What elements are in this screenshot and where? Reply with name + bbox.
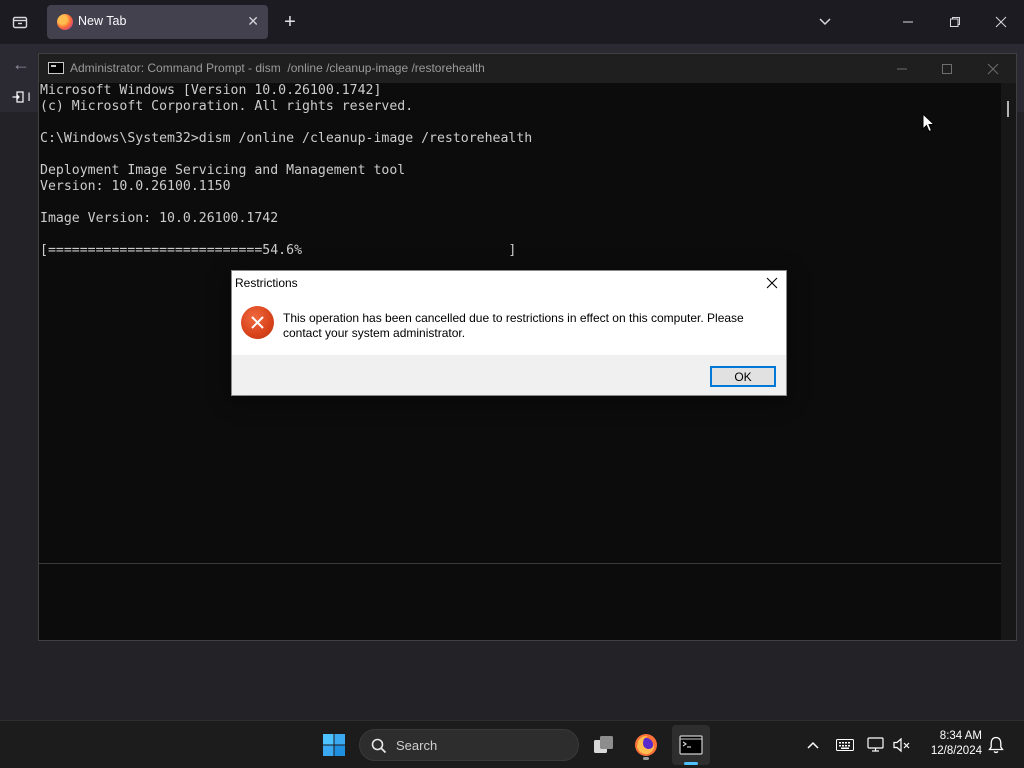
volume-muted-icon[interactable] [892,735,912,755]
import-icon [12,91,24,103]
console-line: Microsoft Windows [Version 10.0.26100.17… [40,83,382,98]
dialog-footer: OK [232,355,786,395]
dialog-title: Restrictions [235,276,298,290]
dialog-close-icon[interactable] [761,273,783,293]
taskbar-search-box[interactable]: Search [359,729,579,761]
import-bookmarks-item[interactable]: I [12,90,31,104]
console-line: (c) Microsoft Corporation. All rights re… [40,99,414,114]
firefox-view-icon[interactable] [8,10,32,34]
dism-progress-line: [===========================54.6% ] [40,243,517,258]
list-all-tabs-icon[interactable] [815,11,835,31]
cmd-close-icon[interactable] [983,59,1003,79]
cmd-maximize-icon[interactable] [937,59,957,79]
tab-title: New Tab [78,14,127,28]
cmd-minimize-icon[interactable] [892,59,912,79]
chevron-up-icon[interactable] [803,735,823,755]
command-prompt-icon [48,62,64,74]
console-line: C:\Windows\System32>dism /online /cleanu… [40,131,533,146]
system-clock[interactable]: 8:34 AM 12/8/2024 [920,729,982,759]
ok-button[interactable]: OK [710,366,776,387]
cmd-scrollbar[interactable] [1001,83,1016,640]
dialog-titlebar[interactable]: Restrictions [232,271,786,295]
browser-tab-new-tab[interactable]: New Tab ✕ [47,5,268,39]
dialog-body: This operation has been cancelled due to… [232,295,786,355]
browser-minimize-icon[interactable] [896,10,920,34]
restrictions-dialog: Restrictions This operation has been can… [231,270,787,396]
dialog-message: This operation has been cancelled due to… [283,311,744,340]
task-view-icon[interactable] [588,729,620,761]
cmd-titlebar[interactable]: Administrator: Command Prompt - dism /on… [39,54,1016,83]
start-icon[interactable] [318,729,350,761]
console-divider [39,563,1016,564]
error-icon [241,306,274,339]
tab-close-icon[interactable]: ✕ [247,13,259,30]
clock-date: 12/8/2024 [930,745,982,757]
clock-time: 8:34 AM [939,730,982,742]
mouse-cursor-icon [922,112,936,133]
console-line: Deployment Image Servicing and Managemen… [40,163,406,178]
back-arrow-icon[interactable]: ← [12,54,36,78]
firefox-icon [57,14,73,30]
browser-restore-icon[interactable] [943,10,967,34]
active-indicator [684,762,698,765]
browser-tabbar: New Tab ✕ + [0,0,1024,44]
running-indicator [643,757,649,760]
search-label: Search [396,738,438,753]
console-line: Image Version: 10.0.26100.1742 [40,211,279,226]
import-bookmarks-label: I [27,90,31,104]
console-line: Version: 10.0.26100.1150 [40,179,231,194]
terminal-taskbar-icon[interactable] [672,725,710,765]
network-icon[interactable] [866,735,886,755]
browser-close-icon[interactable] [989,10,1013,34]
scrollbar-thumb[interactable] [1007,101,1009,117]
taskbar: Search 8:34 AM 12/8/2024 [0,720,1024,768]
keyboard-icon[interactable] [835,735,855,755]
firefox-taskbar-icon[interactable] [630,729,662,761]
new-tab-button[interactable]: + [280,10,300,34]
search-icon [371,738,387,754]
notification-bell-icon[interactable] [986,735,1006,755]
cmd-window-title: Administrator: Command Prompt - dism /on… [70,61,485,75]
